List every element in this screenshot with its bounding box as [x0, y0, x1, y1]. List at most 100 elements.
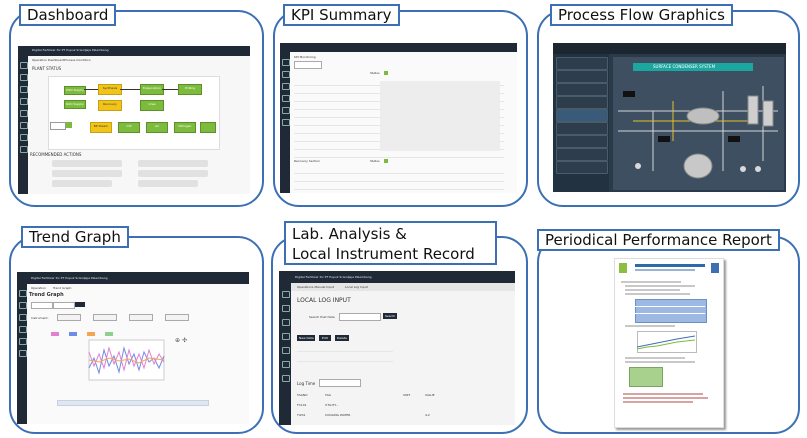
lab-screenshot: Digital Fertilizer for PT Pupuk Sriwidja… [279, 271, 515, 425]
pf-nav-alarms[interactable] [556, 161, 608, 174]
tab-process-condition[interactable]: Process Condition [64, 58, 91, 63]
diagram-box-synthesis: Synthesis [98, 84, 122, 95]
lab-cell: FC101 [297, 403, 307, 407]
kpi-status-dot-2 [384, 159, 388, 163]
kpi-flow-icon[interactable] [282, 107, 290, 114]
wrench-icon[interactable] [20, 122, 28, 129]
diagram-box-n2o: N2O Supply [64, 100, 86, 109]
lab-log-time-input[interactable] [319, 379, 361, 387]
recommended-item-4 [138, 160, 208, 167]
diagram-box-bp-steam: BP Steam [90, 122, 112, 133]
home-icon[interactable] [20, 62, 28, 69]
kpi-dashboard-icon[interactable] [282, 71, 290, 78]
pf-tag-2 [658, 136, 670, 142]
trend-kpi-icon[interactable] [19, 314, 27, 321]
lab-kpi-icon[interactable] [282, 319, 290, 326]
lab-search-date-input[interactable] [339, 313, 381, 321]
diagram-toggle[interactable] [66, 122, 72, 128]
report-table-2 [629, 367, 663, 387]
diagram-box-air: Air [146, 122, 168, 133]
trend-dashboard-icon[interactable] [19, 302, 27, 309]
diagram-select[interactable] [50, 122, 66, 130]
pf-condenser [686, 107, 720, 125]
pf-nav-flow-graphic[interactable] [556, 109, 608, 122]
lab-list-row[interactable] [297, 345, 393, 352]
kpi-row [294, 183, 504, 190]
lab-col-unit: UNIT [403, 393, 411, 397]
kpi-filter-box[interactable] [294, 61, 322, 69]
trend-label: Trend Graph [21, 226, 129, 248]
trend-instrument-label: Instrument: [31, 316, 49, 320]
pf-system-title: SURFACE CONDENSER SYSTEM [653, 64, 716, 69]
lab-dashboard-icon[interactable] [282, 305, 290, 312]
lab-wrench-icon[interactable] [282, 361, 290, 368]
trend-home-icon[interactable] [19, 290, 27, 297]
pf-nav-trendgraph[interactable] [556, 96, 608, 109]
trend-instrument-select-3[interactable] [129, 314, 153, 321]
kpi-header [280, 43, 517, 52]
alarm-icon[interactable] [20, 146, 28, 153]
flow-icon[interactable] [20, 110, 28, 117]
trend-tab-operation[interactable]: Operation [31, 286, 46, 291]
trend-instrument-select-1[interactable] [57, 314, 81, 321]
diagram-connector-2 [120, 89, 140, 90]
lab-home-icon[interactable] [282, 291, 290, 298]
lab-flow-icon[interactable] [282, 347, 290, 354]
lab-label-line1: Lab. Analysis & [292, 225, 407, 243]
kpi-wrench-icon[interactable] [282, 119, 290, 126]
trend-tab-trend-graph[interactable]: Trend Graph [53, 286, 71, 291]
trend-flow-icon[interactable] [19, 338, 27, 345]
lab-search-button-label: Search [385, 314, 396, 318]
pf-pump-1 [635, 163, 641, 169]
trend-chart-icon[interactable] [19, 326, 27, 333]
chart-icon[interactable] [20, 98, 28, 105]
kpi-chart-icon[interactable] [282, 95, 290, 102]
lab-chart-icon[interactable] [282, 333, 290, 340]
recommended-item-1 [52, 160, 122, 167]
pf-nav-home[interactable] [556, 57, 608, 70]
pf-nav-maintenance[interactable] [556, 122, 608, 135]
kpi-status-label-2: Status [370, 159, 380, 163]
plant-status-title: PLANT STATUS [32, 66, 62, 71]
trend-page-title: Trend Graph [29, 292, 64, 298]
lab-tab-local-log[interactable]: Local Log Input [345, 285, 368, 290]
kpi-label: KPI Summary [283, 4, 400, 26]
lab-cell: 4,2 [425, 413, 430, 417]
lab-page-title: LOCAL LOG INPUT [297, 297, 351, 304]
trend-date-from[interactable] [31, 302, 53, 309]
report-table [635, 299, 707, 323]
lab-report-icon[interactable] [282, 375, 290, 382]
kpi-home-icon[interactable] [282, 59, 290, 66]
diagram-box-recovery: Recovery [98, 100, 122, 111]
process-flow-label: Process Flow Graphics [550, 4, 733, 26]
trend-instrument-select-2[interactable] [93, 314, 117, 321]
pf-nav-kpi[interactable] [556, 83, 608, 96]
trend-wrench-icon[interactable] [19, 350, 27, 357]
pf-pump-2 [740, 166, 746, 172]
lab-list-row[interactable] [297, 355, 393, 362]
trend-instrument-select-4[interactable] [165, 314, 189, 321]
pf-nav-operation-dashboard[interactable] [556, 70, 608, 83]
lab-tab-manual-input[interactable]: Operations Manual Input [297, 285, 334, 290]
trend-date-to[interactable] [53, 302, 75, 309]
recommended-item-6 [138, 180, 198, 187]
lab-label: Lab. Analysis & Local Instrument Record [284, 221, 497, 265]
tab-operation-dashboard[interactable]: Operation Dashboard [32, 58, 64, 63]
kpi-icon[interactable] [20, 86, 28, 93]
diagram-box-prilling: Prilling [178, 84, 202, 95]
report-icon[interactable] [20, 134, 28, 141]
trend-apply-button[interactable] [75, 302, 85, 307]
report-text-line [625, 285, 695, 287]
trend-app-title: Digital Fertilizer for PT Pupuk Sriwidja… [31, 276, 108, 280]
report-text-line [625, 289, 680, 291]
dashboard-screenshot: Digital Fertilizer for PT Pupuk Sriwidja… [18, 46, 250, 194]
pf-nav-maint-monitoring[interactable] [556, 135, 608, 148]
kpi-kpi-icon[interactable] [282, 83, 290, 90]
recommended-item-5 [138, 170, 208, 177]
lab-col-tagno: TAGNO [297, 393, 308, 397]
dashboard-icon[interactable] [20, 74, 28, 81]
pf-nav-reporting[interactable] [556, 148, 608, 161]
lab-new-data-label: New Data [299, 336, 314, 340]
report-text-line [625, 293, 690, 295]
trend-scrollbar[interactable] [57, 400, 209, 406]
